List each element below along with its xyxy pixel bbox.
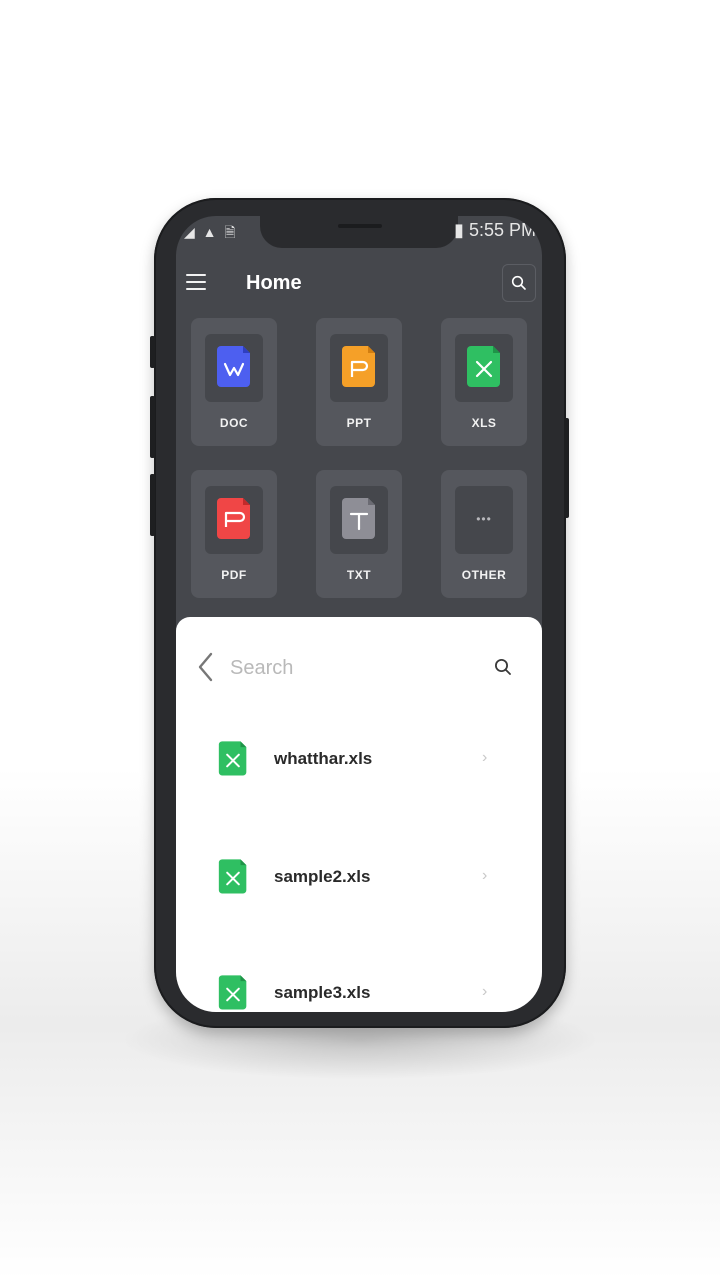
category-doc[interactable]: DOC	[191, 318, 277, 446]
list-item[interactable]: sample3.xls ›	[176, 973, 542, 1012]
earpiece	[338, 224, 382, 228]
search-icon	[495, 659, 511, 675]
search-button[interactable]	[502, 264, 536, 302]
category-other[interactable]: ••• OTHER	[441, 470, 527, 598]
power-button	[564, 418, 569, 518]
phone-screen: ◢ ▲ 🗎 ▮ 5:55 PM Home DOC PPT XLS PDF TXT…	[176, 216, 542, 1012]
category-ppt[interactable]: PPT	[316, 318, 402, 446]
volume-down-button	[150, 474, 155, 536]
category-pdf[interactable]: PDF	[191, 470, 277, 598]
chevron-right-icon: ›	[482, 983, 488, 1000]
category-txt[interactable]: TXT	[316, 470, 402, 598]
xls-icon	[218, 857, 248, 900]
chevron-right-icon: ›	[482, 749, 488, 766]
txt-icon	[341, 496, 377, 540]
chevron-left-icon	[198, 652, 213, 682]
file-name: whatthar.xls	[274, 749, 373, 768]
page-title: Home	[246, 272, 302, 294]
status-icons-left: ◢ ▲ 🗎	[184, 224, 238, 240]
pdf-icon	[216, 496, 252, 540]
hamburger-icon[interactable]	[186, 274, 206, 290]
volume-up-button	[150, 396, 155, 458]
doc-icon	[216, 344, 252, 388]
ppt-icon	[341, 344, 377, 388]
file-name: sample3.xls	[274, 983, 371, 1002]
category-label: XLS	[471, 416, 497, 430]
category-xls[interactable]: XLS	[441, 318, 527, 446]
mute-switch	[150, 336, 155, 368]
list-item[interactable]: whatthar.xls ›	[176, 739, 542, 779]
search-submit-button[interactable]	[494, 658, 512, 681]
search-input[interactable]: Search	[230, 657, 293, 680]
back-button[interactable]	[196, 651, 216, 688]
list-item[interactable]: sample2.xls ›	[176, 857, 542, 897]
search-sheet: Search whatthar.xls › sample2.xls › samp…	[176, 617, 542, 1012]
category-label: TXT	[346, 568, 372, 582]
status-time: ▮ 5:55 PM	[454, 220, 536, 240]
category-label: DOC	[219, 416, 249, 430]
search-icon	[511, 275, 526, 290]
notch	[260, 216, 458, 248]
xls-icon	[218, 739, 248, 782]
category-label: PPT	[346, 416, 372, 430]
category-label: PDF	[221, 568, 247, 582]
xls-icon	[466, 344, 502, 388]
chevron-right-icon: ›	[482, 867, 488, 884]
xls-icon	[218, 973, 248, 1012]
category-label: OTHER	[461, 568, 507, 582]
app-header: Home	[176, 264, 542, 304]
more-icon: •••	[476, 512, 492, 526]
file-name: sample2.xls	[274, 867, 371, 886]
